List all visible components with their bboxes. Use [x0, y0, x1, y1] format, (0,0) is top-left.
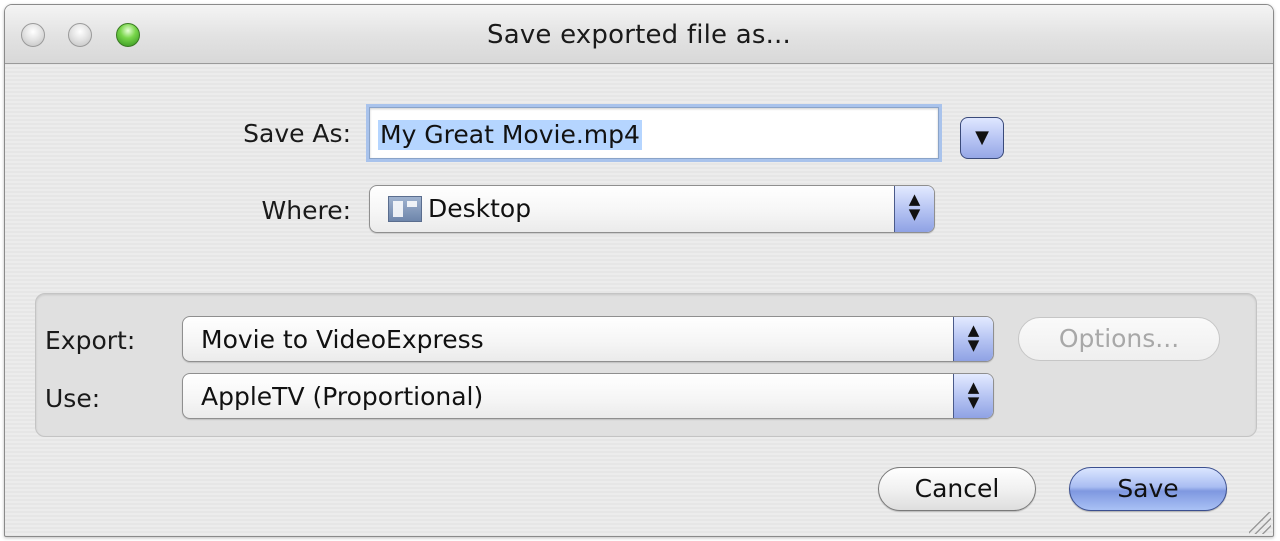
save-dialog: Save exported file as... Save As: My Gre… — [4, 4, 1274, 537]
cancel-button[interactable]: Cancel — [878, 467, 1036, 511]
use-value: AppleTV (Proportional) — [201, 382, 484, 411]
title-bar[interactable]: Save exported file as... — [5, 5, 1273, 64]
popup-arrows-icon: ▲ ▼ — [953, 317, 993, 361]
chevron-down-icon: ▼ — [975, 127, 989, 148]
where-popup[interactable]: Desktop ▲ ▼ — [369, 185, 935, 233]
resize-grip-icon[interactable] — [1249, 512, 1271, 534]
save-as-value: My Great Movie.mp4 — [378, 120, 642, 150]
desktop-folder-icon — [388, 196, 422, 222]
export-options-panel: Export: Movie to VideoExpress ▲ ▼ Options… — [35, 293, 1257, 437]
save-button[interactable]: Save — [1069, 467, 1227, 511]
popup-arrows-icon: ▲ ▼ — [953, 374, 993, 418]
expand-dialog-button[interactable]: ▼ — [960, 117, 1004, 159]
options-button[interactable]: Options... — [1018, 317, 1220, 361]
use-popup[interactable]: AppleTV (Proportional) ▲ ▼ — [182, 373, 994, 419]
window-title: Save exported file as... — [486, 20, 791, 50]
export-value: Movie to VideoExpress — [201, 325, 484, 354]
where-value: Desktop — [428, 194, 532, 223]
where-label: Where: — [261, 196, 351, 225]
save-as-label: Save As: — [243, 119, 351, 148]
save-as-field[interactable]: My Great Movie.mp4 — [369, 107, 939, 159]
popup-arrows-icon: ▲ ▼ — [894, 186, 934, 232]
export-label: Export: — [45, 326, 136, 355]
export-popup[interactable]: Movie to VideoExpress ▲ ▼ — [182, 316, 994, 362]
use-label: Use: — [45, 384, 101, 413]
